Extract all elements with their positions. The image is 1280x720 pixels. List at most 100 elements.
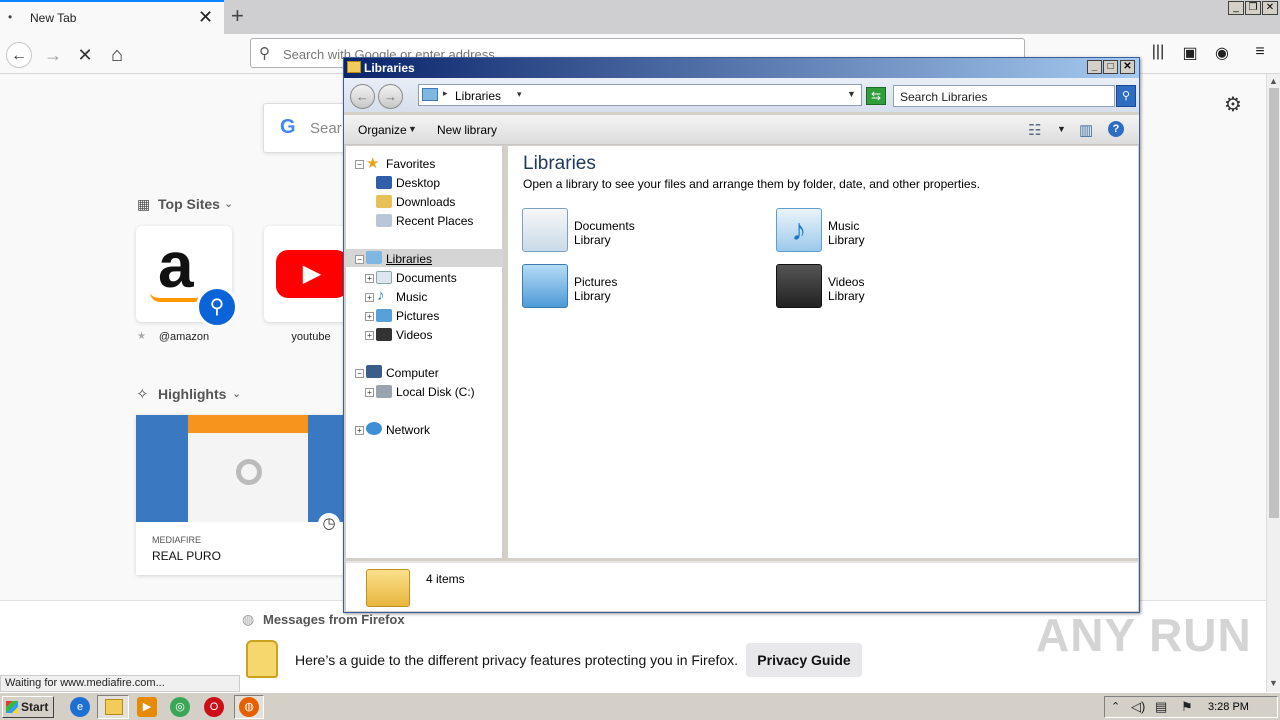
- organize-dropdown-icon[interactable]: ▼: [408, 124, 417, 134]
- expand-icon[interactable]: +: [365, 388, 374, 397]
- grid-icon: ▦: [137, 196, 151, 212]
- library-kind: Library: [574, 289, 611, 303]
- maximize-button[interactable]: □: [1103, 60, 1118, 74]
- lock-icon: [246, 640, 278, 678]
- library-icon[interactable]: |||: [1146, 43, 1170, 61]
- media-player-icon[interactable]: ▶: [137, 697, 157, 717]
- library-music[interactable]: ♪ Music Library: [776, 208, 1016, 258]
- scroll-down-icon[interactable]: ▼: [1269, 678, 1278, 688]
- scroll-up-icon[interactable]: ▲: [1269, 76, 1278, 86]
- breadcrumb-dropdown-icon[interactable]: ▾: [517, 89, 522, 100]
- library-kind: Library: [828, 289, 865, 303]
- expand-icon[interactable]: +: [365, 274, 374, 283]
- highlights-heading[interactable]: Highlights: [158, 386, 226, 402]
- expand-icon[interactable]: +: [365, 293, 374, 302]
- expand-icon[interactable]: +: [355, 426, 364, 435]
- library-videos[interactable]: Videos Library: [776, 264, 1016, 314]
- breadcrumb-libraries[interactable]: Libraries: [455, 89, 501, 103]
- forward-button[interactable]: →: [40, 42, 66, 68]
- action-center-flag-icon[interactable]: ⚑: [1181, 699, 1193, 715]
- top-sites-heading[interactable]: Top Sites: [158, 196, 220, 212]
- forward-nav-button[interactable]: →: [378, 84, 403, 109]
- back-nav-button[interactable]: ←: [350, 84, 375, 109]
- command-bar: Organize ▼ New library ☷ ▼ ▥ ?: [344, 115, 1139, 145]
- collapse-icon[interactable]: −: [355, 160, 364, 169]
- library-pictures[interactable]: Pictures Library: [522, 264, 762, 314]
- explorer-taskbar-button[interactable]: [97, 695, 129, 719]
- nav-recent-places[interactable]: Recent Places: [396, 214, 473, 228]
- network-tray-icon[interactable]: ▤: [1155, 699, 1167, 715]
- firefox-logo-icon: ◍: [242, 611, 255, 627]
- documents-icon: [522, 208, 568, 252]
- nav-downloads[interactable]: Downloads: [396, 195, 455, 209]
- menu-icon[interactable]: ≡: [1248, 43, 1272, 61]
- chevron-down-icon[interactable]: ⌄: [232, 387, 241, 400]
- start-button[interactable]: Start: [2, 696, 54, 718]
- breadcrumb-arrow-icon[interactable]: ▸: [443, 88, 448, 99]
- clock[interactable]: 3:28 PM: [1208, 701, 1249, 713]
- sidebar-icon[interactable]: ▣: [1178, 43, 1202, 63]
- amazon-logo-icon: a: [158, 229, 194, 301]
- volume-icon[interactable]: ◁): [1131, 699, 1145, 715]
- view-dropdown-icon[interactable]: ▼: [1057, 124, 1066, 134]
- expand-icon[interactable]: +: [365, 331, 374, 340]
- preview-pane-icon[interactable]: ▥: [1079, 121, 1093, 139]
- top-site-amazon[interactable]: a ⚲: [136, 226, 238, 328]
- address-history-dropdown-icon[interactable]: ▼: [847, 89, 856, 99]
- windows-logo-icon: [6, 701, 18, 713]
- scroll-thumb[interactable]: [1269, 88, 1279, 518]
- expand-icon[interactable]: +: [365, 312, 374, 321]
- nav-desktop[interactable]: Desktop: [396, 176, 440, 190]
- back-button[interactable]: ←: [6, 42, 32, 68]
- collapse-icon[interactable]: −: [355, 369, 364, 378]
- show-hidden-icons-icon[interactable]: ⌃: [1111, 700, 1120, 713]
- refresh-button[interactable]: ⇆: [866, 87, 886, 105]
- tab-new-tab[interactable]: • New Tab ✕: [0, 0, 224, 34]
- view-options-icon[interactable]: ☷: [1028, 121, 1041, 139]
- nav-computer[interactable]: Computer: [386, 366, 439, 380]
- chevron-down-icon[interactable]: ⌄: [224, 197, 233, 210]
- collapse-icon[interactable]: −: [355, 255, 364, 264]
- library-documents[interactable]: Documents Library: [522, 208, 762, 258]
- page-scrollbar[interactable]: ▲ ▼: [1266, 74, 1280, 692]
- nav-favorites[interactable]: Favorites: [386, 157, 435, 171]
- window-title-bar[interactable]: Libraries _ □ ✕: [344, 58, 1139, 78]
- close-browser-button[interactable]: ✕: [1262, 1, 1278, 15]
- pictures-icon: [376, 309, 392, 322]
- nav-local-disk[interactable]: Local Disk (C:): [396, 385, 475, 399]
- search-libraries-input[interactable]: Search Libraries: [893, 85, 1115, 107]
- home-button[interactable]: ⌂: [104, 42, 130, 68]
- new-tab-button[interactable]: +: [231, 3, 244, 29]
- restore-browser-button[interactable]: ❐: [1245, 1, 1261, 15]
- organize-button[interactable]: Organize: [358, 123, 407, 137]
- new-library-button[interactable]: New library: [437, 123, 497, 137]
- internet-explorer-icon[interactable]: e: [70, 697, 90, 717]
- nav-documents[interactable]: Documents: [396, 271, 457, 285]
- message-text: Here’s a guide to the different privacy …: [295, 652, 739, 668]
- minimize-browser-button[interactable]: _: [1228, 1, 1244, 15]
- gear-icon[interactable]: ⚙: [1224, 92, 1242, 117]
- account-icon[interactable]: ◉: [1210, 43, 1234, 63]
- nav-music[interactable]: Music: [396, 290, 427, 304]
- nav-libraries[interactable]: Libraries: [386, 252, 432, 266]
- top-site-youtube[interactable]: ▶: [264, 226, 350, 322]
- close-tab-icon[interactable]: ✕: [198, 7, 213, 28]
- navigation-pane: − ★ Favorites Desktop Downloads Recent P…: [346, 146, 503, 558]
- stop-button[interactable]: ✕: [72, 42, 98, 68]
- minimize-button[interactable]: _: [1087, 60, 1102, 74]
- search-icon[interactable]: ⚲: [1116, 85, 1136, 107]
- help-icon[interactable]: ?: [1108, 121, 1124, 137]
- privacy-guide-button[interactable]: Privacy Guide: [746, 643, 862, 677]
- opera-icon[interactable]: O: [204, 697, 224, 717]
- chrome-icon[interactable]: ◎: [170, 697, 190, 717]
- firefox-taskbar-button[interactable]: ◍: [234, 695, 264, 719]
- nav-pictures[interactable]: Pictures: [396, 309, 439, 323]
- nav-videos[interactable]: Videos: [396, 328, 432, 342]
- nav-network[interactable]: Network: [386, 423, 430, 437]
- address-box[interactable]: ▸ Libraries ▾ ▼: [418, 84, 862, 106]
- computer-icon: [366, 365, 382, 378]
- videos-icon: [376, 328, 392, 341]
- close-button[interactable]: ✕: [1120, 60, 1135, 74]
- window-title: Libraries: [364, 61, 415, 75]
- highlight-card[interactable]: MEDIAFIRE REAL PURO ◷: [136, 415, 346, 575]
